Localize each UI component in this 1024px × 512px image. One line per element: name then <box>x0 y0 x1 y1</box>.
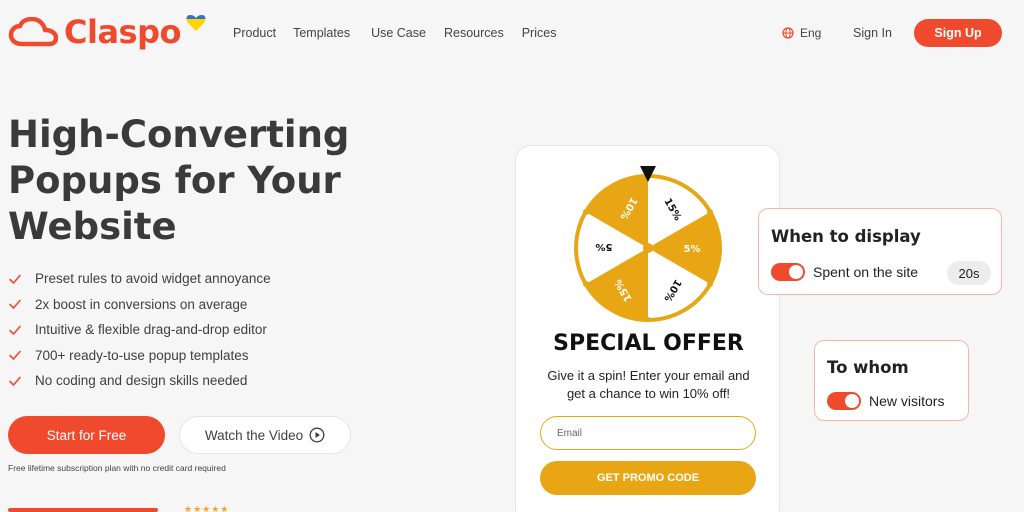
nav-item-use-case[interactable]: Use Case <box>371 26 426 40</box>
time-on-site-label: Spent on the site <box>813 264 919 280</box>
check-icon <box>9 350 21 361</box>
hero-title: High-Converting Popups for Your Website <box>8 112 408 250</box>
watch-video-label: Watch the Video <box>204 427 304 443</box>
get-promo-code-button[interactable]: GET PROMO CODE <box>540 461 756 495</box>
main-nav: Product Templates Use Case Resources Pri… <box>233 26 556 40</box>
header: Claspo Product Templates Use Case Resour… <box>0 0 1024 68</box>
spin-wheel[interactable]: 15% 5% 10% 15% 5% 10% <box>572 162 724 322</box>
partial-button <box>8 508 158 512</box>
new-visitors-toggle[interactable] <box>827 392 861 410</box>
free-plan-note: Free lifetime subscription plan with no … <box>8 463 226 473</box>
hero-title-line: Popups for Your <box>8 159 341 202</box>
cloud-logo-icon <box>8 17 59 47</box>
feature-item: Preset rules to avoid widget annoyance <box>8 266 271 292</box>
wheel-label: 5% <box>684 244 701 255</box>
check-icon <box>9 274 21 284</box>
offer-description-line: get a chance to win 10% off! <box>566 386 731 401</box>
offer-description: Give it a spin! Enter your email and get… <box>536 367 761 403</box>
email-input[interactable]: Email <box>540 416 756 450</box>
logo-text: Claspo <box>64 13 181 51</box>
language-selector[interactable]: Eng <box>782 26 821 40</box>
claspo-logo[interactable]: Claspo <box>8 12 181 52</box>
hero-title-line: Website <box>8 205 177 248</box>
feature-list: Preset rules to avoid widget annoyance 2… <box>8 266 271 394</box>
sign-up-button[interactable]: Sign Up <box>914 19 1002 47</box>
hero-title-line: High-Converting <box>8 113 350 156</box>
offer-description-line: Give it a spin! Enter your email and <box>547 368 750 383</box>
when-to-display-title: When to display <box>771 227 921 246</box>
check-icon <box>9 325 21 335</box>
to-whom-title: To whom <box>827 358 909 377</box>
nav-item-prices[interactable]: Prices <box>522 26 557 40</box>
spin-wheel-popup: 15% 5% 10% 15% 5% 10% SPECIAL OFFER Give… <box>515 145 780 512</box>
time-on-site-value[interactable]: 20s <box>947 261 991 285</box>
start-for-free-button[interactable]: Start for Free <box>8 416 165 454</box>
feature-text: 700+ ready-to-use popup templates <box>35 347 249 363</box>
rating-stars: ★★★★★ <box>184 504 230 512</box>
offer-title: SPECIAL OFFER <box>553 331 744 356</box>
wheel-label: 5% <box>596 241 613 252</box>
ukraine-heart-icon <box>186 14 206 31</box>
feature-text: Intuitive & flexible drag-and-drop edito… <box>35 322 267 338</box>
when-to-display-card: When to display Spent on the site 20s <box>758 208 1002 295</box>
check-icon <box>9 376 21 386</box>
play-icon <box>309 427 325 443</box>
nav-item-templates[interactable]: Templates <box>293 26 350 40</box>
nav-item-product[interactable]: Product <box>233 26 276 40</box>
feature-text: 2x boost in conversions on average <box>35 296 248 312</box>
watch-video-button[interactable]: Watch the Video <box>179 416 351 454</box>
sign-in-link[interactable]: Sign In <box>853 26 892 40</box>
feature-item: No coding and design skills needed <box>8 368 271 394</box>
feature-item: 2x boost in conversions on average <box>8 292 271 318</box>
feature-text: No coding and design skills needed <box>35 373 248 389</box>
globe-icon <box>782 27 794 39</box>
language-label: Eng <box>800 26 822 40</box>
check-icon <box>9 299 21 310</box>
feature-text: Preset rules to avoid widget annoyance <box>35 271 271 287</box>
feature-item: 700+ ready-to-use popup templates <box>8 343 271 369</box>
time-on-site-toggle[interactable] <box>771 263 805 281</box>
nav-item-resources[interactable]: Resources <box>444 26 504 40</box>
new-visitors-label: New visitors <box>869 393 945 409</box>
to-whom-card: To whom New visitors <box>814 340 969 421</box>
feature-item: Intuitive & flexible drag-and-drop edito… <box>8 317 271 343</box>
